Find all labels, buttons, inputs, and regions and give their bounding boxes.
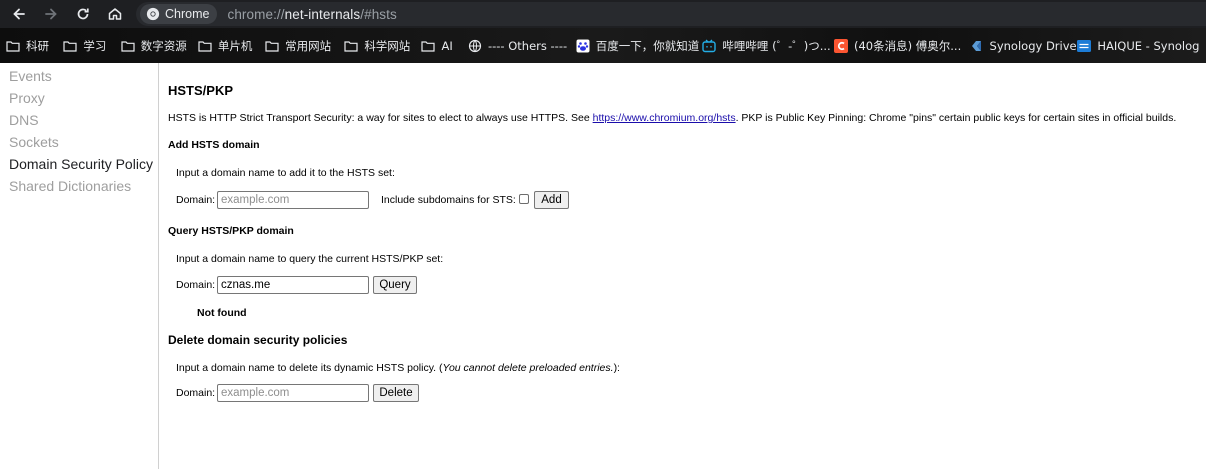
synology-icon — [971, 40, 981, 51]
query-prompt: Input a domain name to query the current… — [176, 253, 444, 265]
forward-button[interactable] — [35, 0, 67, 28]
baidu-paw-icon — [576, 39, 590, 52]
folder-icon — [265, 40, 279, 52]
browser-toolbar: Chrome chrome://net-internals/#hsts — [0, 0, 1206, 28]
bookmark-others[interactable]: ---- Others ---- — [468, 28, 576, 63]
bookmark-label: 科研 — [26, 38, 49, 53]
query-button[interactable]: Query — [373, 276, 417, 294]
home-button[interactable] — [99, 0, 131, 28]
bookmark-label: 科学网站 — [364, 38, 411, 53]
query-heading: Query HSTS/PKP domain — [168, 225, 294, 237]
bookmark-label: 常用网站 — [285, 38, 332, 53]
delete-domain-input[interactable] — [217, 384, 369, 402]
site-info-chip[interactable]: Chrome — [140, 4, 218, 24]
delete-prompt: Input a domain name to delete its dynami… — [176, 362, 620, 374]
bookmark-label: ---- Others ---- — [487, 38, 568, 53]
include-subdomains-label: Include subdomains for STS: — [381, 194, 516, 206]
bookmark-folder-danpianji[interactable]: 单片机 — [198, 28, 265, 63]
delete-prompt-note: You cannot delete preloaded entries. — [442, 362, 614, 374]
home-icon — [108, 8, 122, 20]
url-path: /#hsts — [360, 6, 397, 22]
hsts-description: HSTS is HTTP Strict Transport Security: … — [168, 112, 1176, 124]
delete-domain-label: Domain: — [176, 387, 216, 399]
reload-button[interactable] — [67, 0, 99, 28]
bookmark-folder-ai[interactable]: AI — [421, 28, 468, 63]
sidebar-item-domain-security-policy[interactable]: Domain Security Policy — [9, 156, 153, 172]
csdn-icon — [834, 38, 848, 53]
bilibili-icon — [702, 39, 717, 52]
address-bar[interactable]: Chrome chrome://net-internals/#hsts — [136, 2, 1206, 26]
folder-icon — [6, 40, 20, 52]
add-button[interactable]: Add — [534, 191, 569, 209]
bookmark-label: 数字资源 — [140, 38, 187, 53]
folder-icon — [198, 40, 212, 52]
bookmark-label: 哔哩哔哩 (゜-゜)つ... — [722, 38, 831, 53]
description-text-cont: . PKP is Public Key Pinning: Chrome "pin… — [735, 112, 1177, 124]
bookmark-folder-kexue[interactable]: 科学网站 — [344, 28, 421, 63]
bookmark-label: 学习 — [83, 38, 107, 53]
sidebar-item-events[interactable]: Events — [9, 68, 52, 84]
add-domain-input[interactable] — [217, 191, 369, 209]
bookmark-folder-xuexi[interactable]: 学习 — [63, 28, 120, 63]
bookmarks-bar: 科研 学习 数字资源 单片机 常用网站 科学网站 AI ---- Others … — [0, 28, 1206, 63]
url-host: net-internals — [284, 6, 361, 22]
back-arrow-icon — [13, 8, 25, 20]
main-content: HSTS/PKP HSTS is HTTP Strict Transport S… — [168, 63, 1198, 469]
bookmark-folder-shuzi[interactable]: 数字资源 — [121, 28, 198, 63]
forward-arrow-icon — [45, 8, 57, 20]
add-domain-label: Domain: — [176, 194, 216, 206]
delete-prompt-text: Input a domain name to delete its dynami… — [176, 362, 443, 374]
description-text: HSTS is HTTP Strict Transport Security: … — [168, 112, 593, 124]
bookmark-dsm[interactable]: HAIQUE - Synolog — [1077, 28, 1206, 63]
query-result: Not found — [197, 307, 247, 319]
chrome-logo-icon — [146, 7, 160, 21]
bookmark-label: AI — [441, 38, 453, 53]
delete-prompt-end: ): — [613, 362, 620, 374]
sidebar-item-dns[interactable]: DNS — [9, 112, 39, 128]
net-internals-sidebar: Events Proxy DNS Sockets Domain Security… — [0, 63, 159, 469]
url-text[interactable]: chrome://net-internals/#hsts — [227, 7, 396, 22]
page-title: HSTS/PKP — [168, 83, 234, 98]
bookmark-label: 百度一下，你就知道 — [595, 38, 700, 53]
reload-icon — [77, 8, 89, 20]
bookmark-label: Synology Drive — [989, 38, 1077, 53]
url-scheme: chrome:// — [227, 6, 285, 22]
back-button[interactable] — [3, 0, 35, 28]
folder-icon — [344, 40, 358, 52]
delete-heading: Delete domain security policies — [168, 333, 348, 347]
add-hsts-heading: Add HSTS domain — [168, 139, 260, 151]
bookmark-label: HAIQUE - Synolog — [1097, 38, 1200, 53]
chip-label: Chrome — [165, 7, 210, 21]
bookmark-csdn[interactable]: (40条消息) 傅奥尔... — [834, 28, 970, 63]
bookmark-baidu[interactable]: 百度一下，你就知道 — [576, 28, 703, 63]
bookmark-bilibili[interactable]: 哔哩哔哩 (゜-゜)つ... — [702, 28, 834, 63]
hsts-info-link[interactable]: https://www.chromium.org/hsts — [593, 112, 736, 124]
sidebar-item-sockets[interactable]: Sockets — [9, 134, 59, 150]
folder-icon — [63, 40, 77, 52]
delete-button[interactable]: Delete — [373, 384, 419, 402]
add-hsts-prompt: Input a domain name to add it to the HST… — [176, 167, 395, 179]
bookmark-folder-changyong[interactable]: 常用网站 — [265, 28, 344, 63]
bookmark-folder-keyan[interactable]: 科研 — [6, 28, 63, 63]
include-subdomains-checkbox[interactable] — [519, 194, 529, 204]
bookmark-label: (40条消息) 傅奥尔... — [854, 38, 962, 53]
sidebar-item-proxy[interactable]: Proxy — [9, 90, 45, 106]
bookmark-synology-drive[interactable]: Synology Drive — [970, 28, 1078, 63]
sidebar-item-shared-dictionaries[interactable]: Shared Dictionaries — [9, 178, 131, 194]
folder-icon — [421, 40, 436, 52]
bookmark-label: 单片机 — [217, 38, 253, 53]
query-domain-label: Domain: — [176, 279, 216, 291]
globe-icon — [468, 39, 482, 52]
dsm-icon — [1077, 39, 1092, 52]
query-domain-input[interactable] — [217, 276, 369, 294]
folder-icon — [121, 40, 135, 52]
